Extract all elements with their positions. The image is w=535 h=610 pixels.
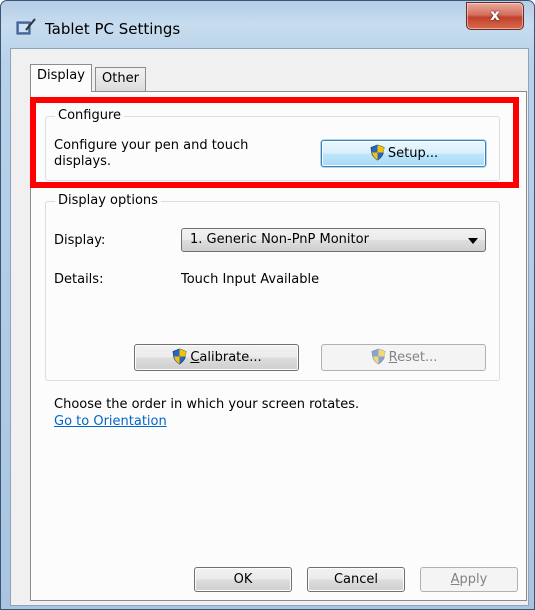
orientation-description: Choose the order in which your screen ro… [54, 397, 360, 412]
configure-group-title: Configure [55, 107, 125, 125]
uac-shield-icon [171, 348, 188, 365]
apply-button-label: pply [459, 572, 488, 587]
ok-button[interactable]: OK [194, 567, 292, 592]
chevron-down-icon [468, 238, 478, 244]
tab-display[interactable]: Display [30, 64, 92, 92]
tab-other-label: Other [102, 71, 139, 86]
title-bar[interactable]: Tablet PC Settings x [1, 1, 534, 45]
uac-shield-icon [370, 348, 387, 365]
details-label: Details: [54, 272, 104, 287]
display-options-group-title: Display options [55, 192, 161, 210]
reset-button[interactable]: Reset... [321, 344, 486, 371]
setup-button[interactable]: Setup... [321, 140, 486, 167]
configure-description-line2: displays. [54, 154, 112, 169]
uac-shield-icon [369, 144, 386, 161]
tab-display-label: Display [37, 68, 85, 83]
display-select-value: 1. Generic Non-PnP Monitor [190, 232, 369, 247]
reset-button-label: eset... [397, 350, 438, 365]
close-icon: x [490, 6, 500, 24]
close-button[interactable]: x [466, 2, 524, 30]
calibrate-button-label: alibrate... [199, 350, 262, 365]
calibrate-button[interactable]: Calibrate... [134, 344, 299, 371]
cancel-button[interactable]: Cancel [307, 567, 405, 592]
reset-access-key: R [388, 350, 398, 365]
display-label: Display: [54, 233, 106, 248]
apply-button[interactable]: Apply [420, 567, 518, 592]
tab-other[interactable]: Other [95, 67, 146, 91]
display-select[interactable]: 1. Generic Non-PnP Monitor [181, 228, 486, 252]
configure-description-line1: Configure your pen and touch [54, 138, 249, 153]
apply-access-key: A [450, 572, 460, 587]
tablet-pc-icon [16, 18, 36, 36]
tablet-pc-settings-window: Tablet PC Settings x Display Other Confi… [0, 0, 535, 610]
go-to-orientation-link[interactable]: Go to Orientation [54, 413, 167, 430]
window-title: Tablet PC Settings [45, 20, 181, 38]
ok-button-label: OK [233, 572, 253, 587]
setup-button-label: Setup... [387, 146, 439, 161]
cancel-button-label: Cancel [333, 572, 379, 587]
details-value: Touch Input Available [181, 272, 320, 287]
